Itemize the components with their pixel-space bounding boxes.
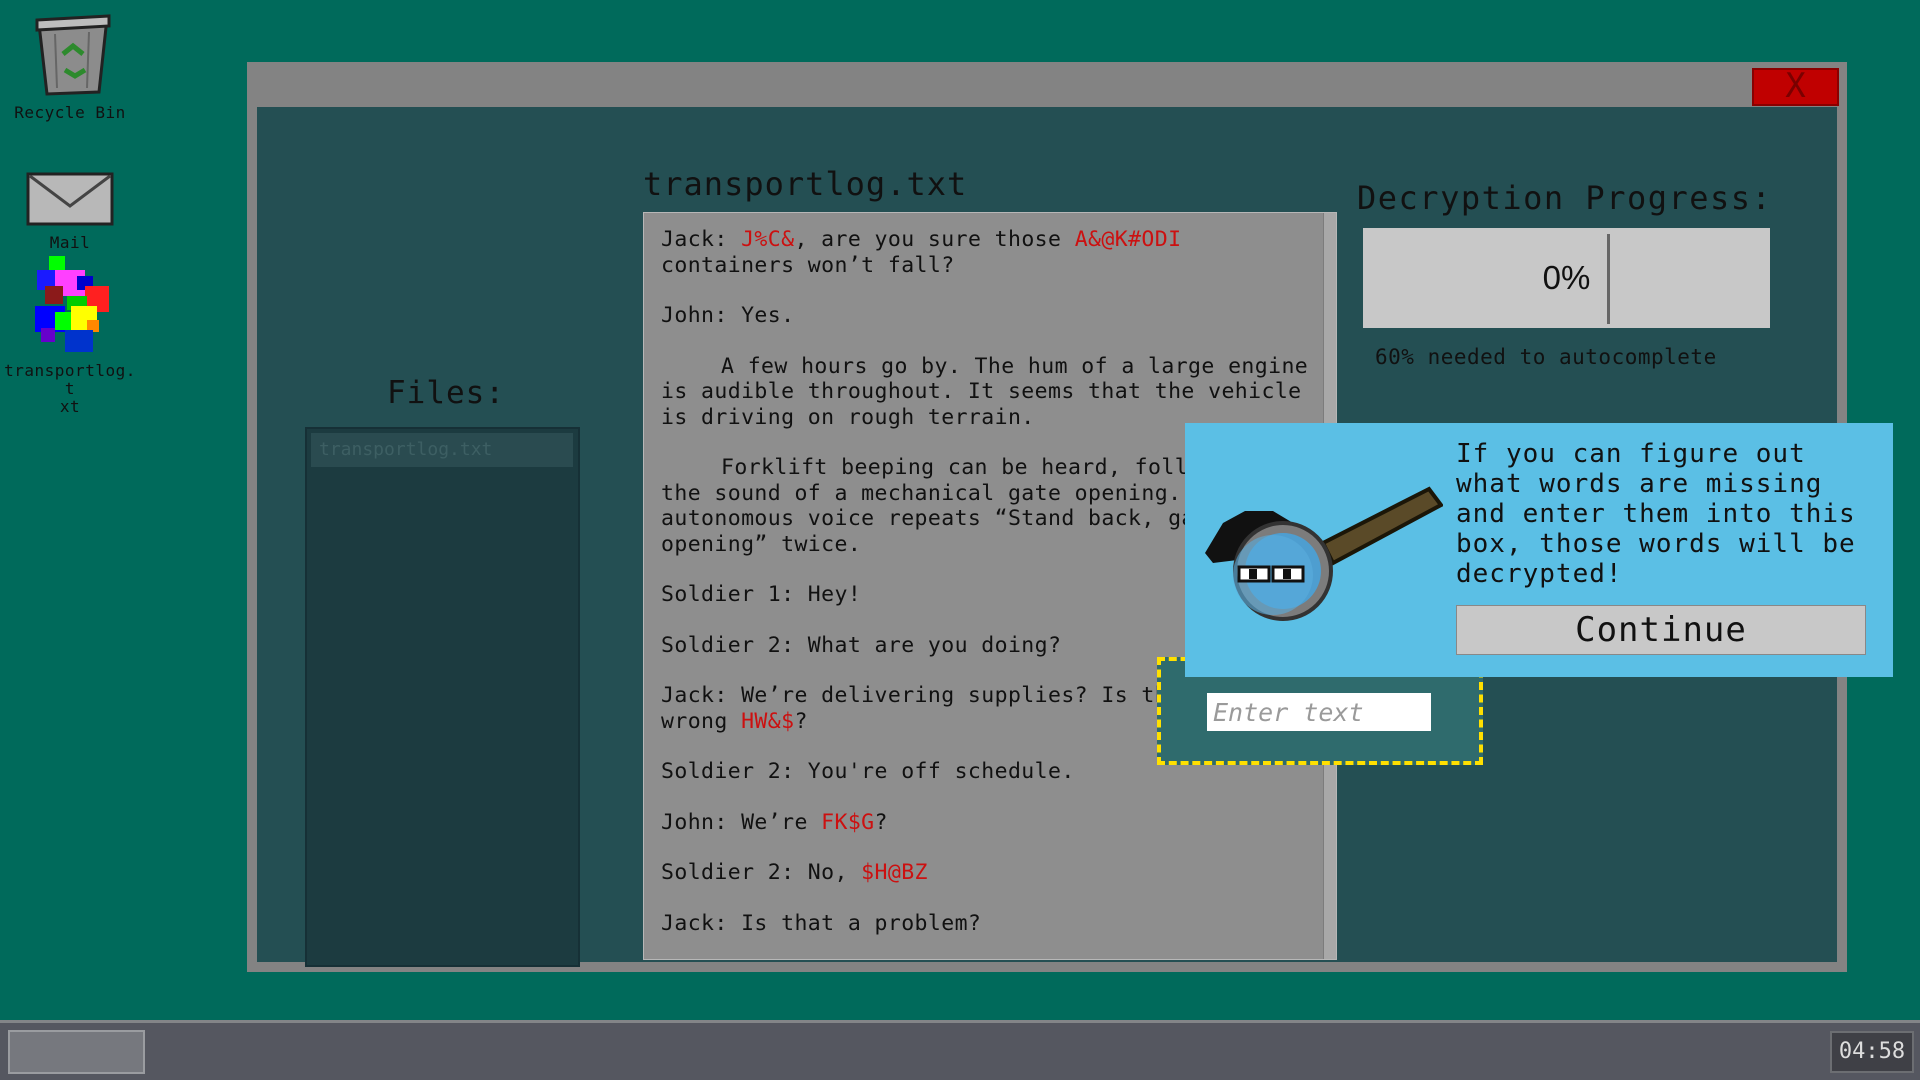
recycle-bin-icon (35, 14, 111, 96)
files-list: transportlog.txt (305, 427, 580, 967)
desktop-icon-label: Recycle Bin (14, 103, 126, 122)
encrypted-word: $H@BZ (861, 860, 928, 885)
encrypted-word: HW&$ (741, 708, 795, 734)
progress-value: 0% (1542, 259, 1591, 296)
document-title: transportlog.txt (643, 165, 968, 203)
progress-marker (1607, 234, 1610, 324)
encrypted-word: FK$G (821, 809, 875, 835)
desktop-icon-recycle-bin[interactable]: Recycle Bin (0, 14, 140, 122)
desktop-icon-transportlog[interactable]: transportlog.t xt (0, 256, 140, 416)
progress-heading: Decryption Progress: (1357, 179, 1773, 217)
start-button[interactable] (8, 1030, 145, 1074)
log-line: John: Yes. (661, 303, 795, 328)
desktop-icon-mail[interactable]: Mail (0, 172, 140, 252)
taskbar: 04:58 (0, 1020, 1920, 1080)
log-line: A few hours go by. The hum of a large en… (661, 353, 1309, 430)
encrypted-word: A&@K#ODI (1074, 227, 1182, 252)
taskbar-clock: 04:58 (1830, 1031, 1914, 1073)
autocomplete-note: 60% needed to autocomplete (1375, 345, 1717, 369)
log-line: John: We’re FK$G? (661, 809, 888, 835)
encrypted-word: J%C& (741, 227, 795, 252)
log-line: Jack: Is that a problem? (661, 910, 982, 936)
tutorial-text: If you can figure out what words are mis… (1456, 439, 1856, 589)
decrypt-text-input[interactable] (1207, 693, 1431, 731)
continue-button[interactable]: Continue (1456, 605, 1866, 655)
progress-box: 0% (1363, 228, 1770, 328)
desktop-icon-label: Mail (49, 233, 91, 252)
tutorial-popup: If you can figure out what words are mis… (1185, 423, 1893, 677)
log-line: Jack: J%C&, are you sure those A&@K#ODI … (661, 227, 1182, 278)
corrupted-file-icon (35, 256, 109, 352)
file-item-transportlog[interactable]: transportlog.txt (311, 433, 573, 467)
close-button[interactable]: X (1752, 68, 1839, 106)
desktop-icon-label: transportlog.t xt (4, 361, 136, 416)
log-line: Soldier 2: No, $H@BZ (661, 860, 928, 885)
mail-icon (26, 172, 114, 226)
files-heading: Files: (387, 375, 505, 411)
detective-magnifier-icon (1205, 486, 1443, 621)
